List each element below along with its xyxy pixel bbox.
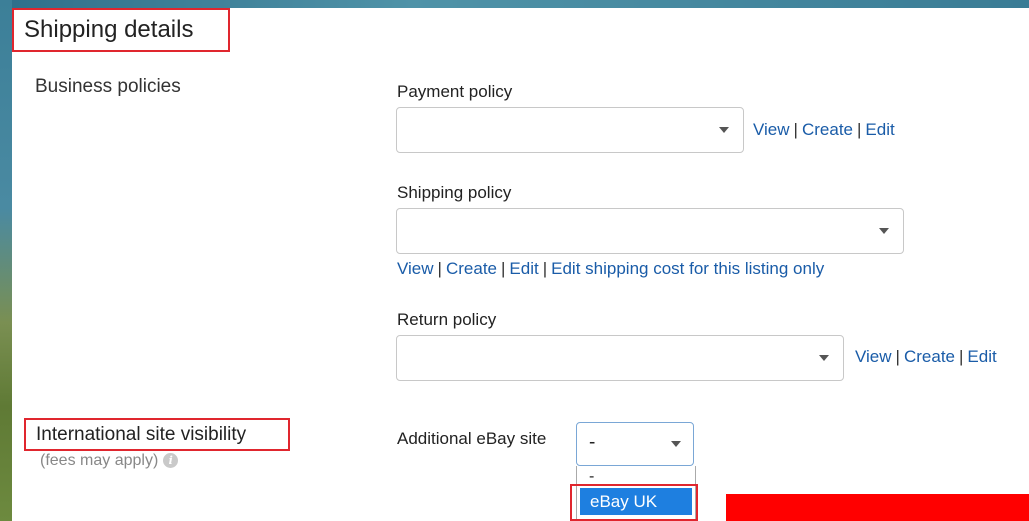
business-policies-label: Business policies: [35, 76, 181, 97]
shipping-policy-links: View | Create | Edit | Edit shipping cost for …: [397, 259, 824, 279]
chevron-down-icon: [819, 355, 829, 361]
red-annotation-bar: [726, 494, 1029, 521]
return-create-link[interactable]: Create: [904, 347, 955, 366]
link-separator: |: [895, 347, 900, 366]
chevron-down-icon: [719, 127, 729, 133]
return-view-link[interactable]: View: [855, 347, 892, 366]
link-separator: |: [501, 259, 506, 278]
link-separator: |: [959, 347, 964, 366]
payment-policy-label: Payment policy: [397, 82, 513, 101]
link-separator: |: [437, 259, 442, 278]
background-top-strip: [0, 0, 1029, 8]
return-policy-label: Return policy: [397, 310, 497, 329]
fees-note-text: (fees may apply): [40, 452, 159, 469]
payment-create-link[interactable]: Create: [802, 120, 853, 139]
international-visibility-label: International site visibility: [24, 418, 290, 451]
return-edit-link[interactable]: Edit: [967, 347, 996, 366]
edit-shipping-cost-link[interactable]: Edit shipping cost for this listing only: [551, 259, 824, 278]
additional-site-select[interactable]: -: [576, 422, 694, 466]
payment-policy-select[interactable]: [396, 107, 744, 153]
additional-site-label: Additional eBay site: [397, 429, 547, 448]
chevron-down-icon: [671, 441, 681, 447]
payment-edit-link[interactable]: Edit: [865, 120, 894, 139]
info-icon[interactable]: i: [163, 453, 179, 469]
shipping-create-link[interactable]: Create: [446, 259, 497, 278]
additional-site-selected-value: -: [589, 432, 596, 453]
background-left-strip: [0, 0, 12, 521]
return-policy-select[interactable]: [396, 335, 844, 381]
shipping-edit-link[interactable]: Edit: [509, 259, 538, 278]
link-separator: |: [857, 120, 862, 139]
section-title: Shipping details: [12, 8, 230, 52]
payment-view-link[interactable]: View: [753, 120, 790, 139]
payment-policy-links: View | Create | Edit: [753, 120, 895, 140]
link-separator: |: [793, 120, 798, 139]
return-policy-links: View | Create | Edit: [855, 347, 997, 367]
shipping-policy-label: Shipping policy: [397, 183, 512, 202]
chevron-down-icon: [879, 228, 889, 234]
shipping-policy-select[interactable]: [396, 208, 904, 254]
fees-note: (fees may apply) i: [40, 452, 179, 470]
shipping-view-link[interactable]: View: [397, 259, 434, 278]
ebay-uk-annotation-box: [570, 484, 698, 521]
link-separator: |: [542, 259, 548, 278]
